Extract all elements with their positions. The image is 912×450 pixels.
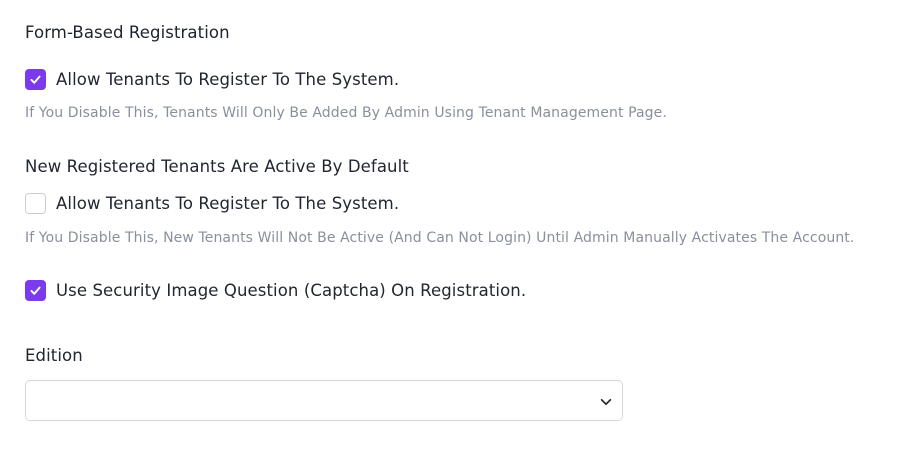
allow-register-label: Allow Tenants To Register To The System. [56, 70, 400, 89]
new-active-checkbox[interactable] [25, 193, 46, 214]
new-active-label: Allow Tenants To Register To The System. [56, 194, 400, 213]
captcha-checkbox[interactable] [25, 280, 46, 301]
chevron-down-icon [600, 398, 612, 406]
check-icon [30, 75, 41, 84]
captcha-row[interactable]: Use Security Image Question (Captcha) On… [25, 280, 526, 301]
section-title: Form-Based Registration [25, 23, 230, 42]
edition-select[interactable] [25, 380, 623, 421]
registration-settings-panel: Form-Based Registration Allow Tenants To… [0, 0, 912, 450]
check-icon [30, 286, 41, 295]
new-active-title: New Registered Tenants Are Active By Def… [25, 157, 409, 176]
new-active-row[interactable]: Allow Tenants To Register To The System. [25, 193, 399, 214]
allow-register-row[interactable]: Allow Tenants To Register To The System. [25, 69, 399, 90]
allow-register-checkbox[interactable] [25, 69, 46, 90]
captcha-label: Use Security Image Question (Captcha) On… [56, 281, 527, 300]
allow-register-hint: If You Disable This, Tenants Will Only B… [25, 105, 667, 121]
edition-label: Edition [25, 346, 83, 365]
new-active-hint: If You Disable This, New Tenants Will No… [25, 230, 855, 246]
